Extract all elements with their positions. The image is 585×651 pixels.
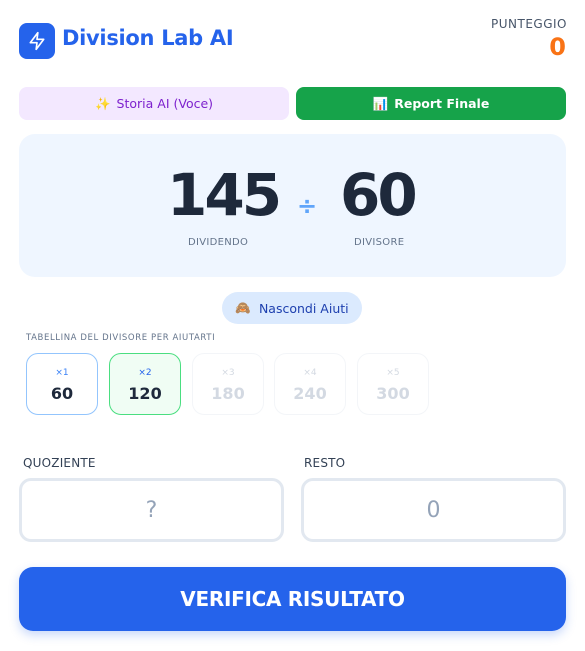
story-ai-label: Storia AI (Voce) bbox=[116, 96, 214, 111]
tile-multiplier: ×4 bbox=[303, 368, 317, 378]
quotient-input[interactable] bbox=[19, 478, 284, 542]
remainder-input[interactable] bbox=[301, 478, 566, 542]
score-label: PUNTEGGIO bbox=[491, 17, 567, 31]
times-table-tile-2[interactable]: ×2 120 bbox=[109, 353, 181, 415]
tile-multiplier: ×1 bbox=[55, 368, 69, 378]
final-report-button[interactable]: 📊 Report Finale bbox=[296, 87, 566, 120]
divisor-value: 60 bbox=[340, 161, 418, 229]
remainder-label: RESTO bbox=[304, 456, 346, 470]
verify-result-button[interactable]: VERIFICA RISULTATO bbox=[19, 567, 566, 631]
times-table-tile-5[interactable]: ×5 300 bbox=[357, 353, 429, 415]
story-ai-button[interactable]: ✨ Storia AI (Voce) bbox=[19, 87, 289, 120]
divisor-label: DIVISORE bbox=[354, 237, 405, 248]
times-table-tile-4[interactable]: ×4 240 bbox=[274, 353, 346, 415]
times-table-title: TABELLINA DEL DIVISORE PER AIUTARTI bbox=[26, 333, 216, 343]
action-buttons: ✨ Storia AI (Voce) 📊 Report Finale bbox=[19, 87, 566, 120]
dividend-value: 145 bbox=[167, 161, 282, 229]
tile-product: 240 bbox=[293, 384, 327, 403]
app-logo bbox=[19, 23, 55, 59]
score-value: 0 bbox=[549, 33, 566, 61]
quotient-label: QUOZIENTE bbox=[23, 456, 96, 470]
bar-chart-icon: 📊 bbox=[372, 95, 389, 111]
division-problem-card: 145 ÷ 60 DIVIDENDO DIVISORE bbox=[19, 134, 566, 277]
tile-product: 180 bbox=[211, 384, 245, 403]
sparkles-icon: ✨ bbox=[94, 95, 111, 111]
tile-product: 300 bbox=[376, 384, 410, 403]
times-table-tile-3[interactable]: ×3 180 bbox=[192, 353, 264, 415]
see-no-evil-monkey-icon: 🙈 bbox=[235, 300, 251, 315]
divide-icon: ÷ bbox=[297, 192, 318, 220]
final-report-label: Report Finale bbox=[394, 96, 490, 111]
tile-product: 60 bbox=[50, 384, 74, 403]
tile-multiplier: ×2 bbox=[138, 368, 152, 378]
lightning-icon bbox=[29, 31, 45, 51]
app-header: Division Lab AI PUNTEGGIO 0 bbox=[19, 17, 567, 63]
tile-product: 120 bbox=[128, 384, 162, 403]
times-table-tile-1[interactable]: ×1 60 bbox=[26, 353, 98, 415]
hide-hints-button[interactable]: 🙈 Nascondi Aiuti bbox=[222, 292, 362, 324]
hide-hints-label: Nascondi Aiuti bbox=[258, 300, 349, 316]
app-title: Division Lab AI bbox=[62, 26, 234, 50]
tile-multiplier: ×5 bbox=[386, 368, 400, 378]
tile-multiplier: ×3 bbox=[221, 368, 235, 378]
dividend-label: DIVIDENDO bbox=[188, 237, 249, 248]
